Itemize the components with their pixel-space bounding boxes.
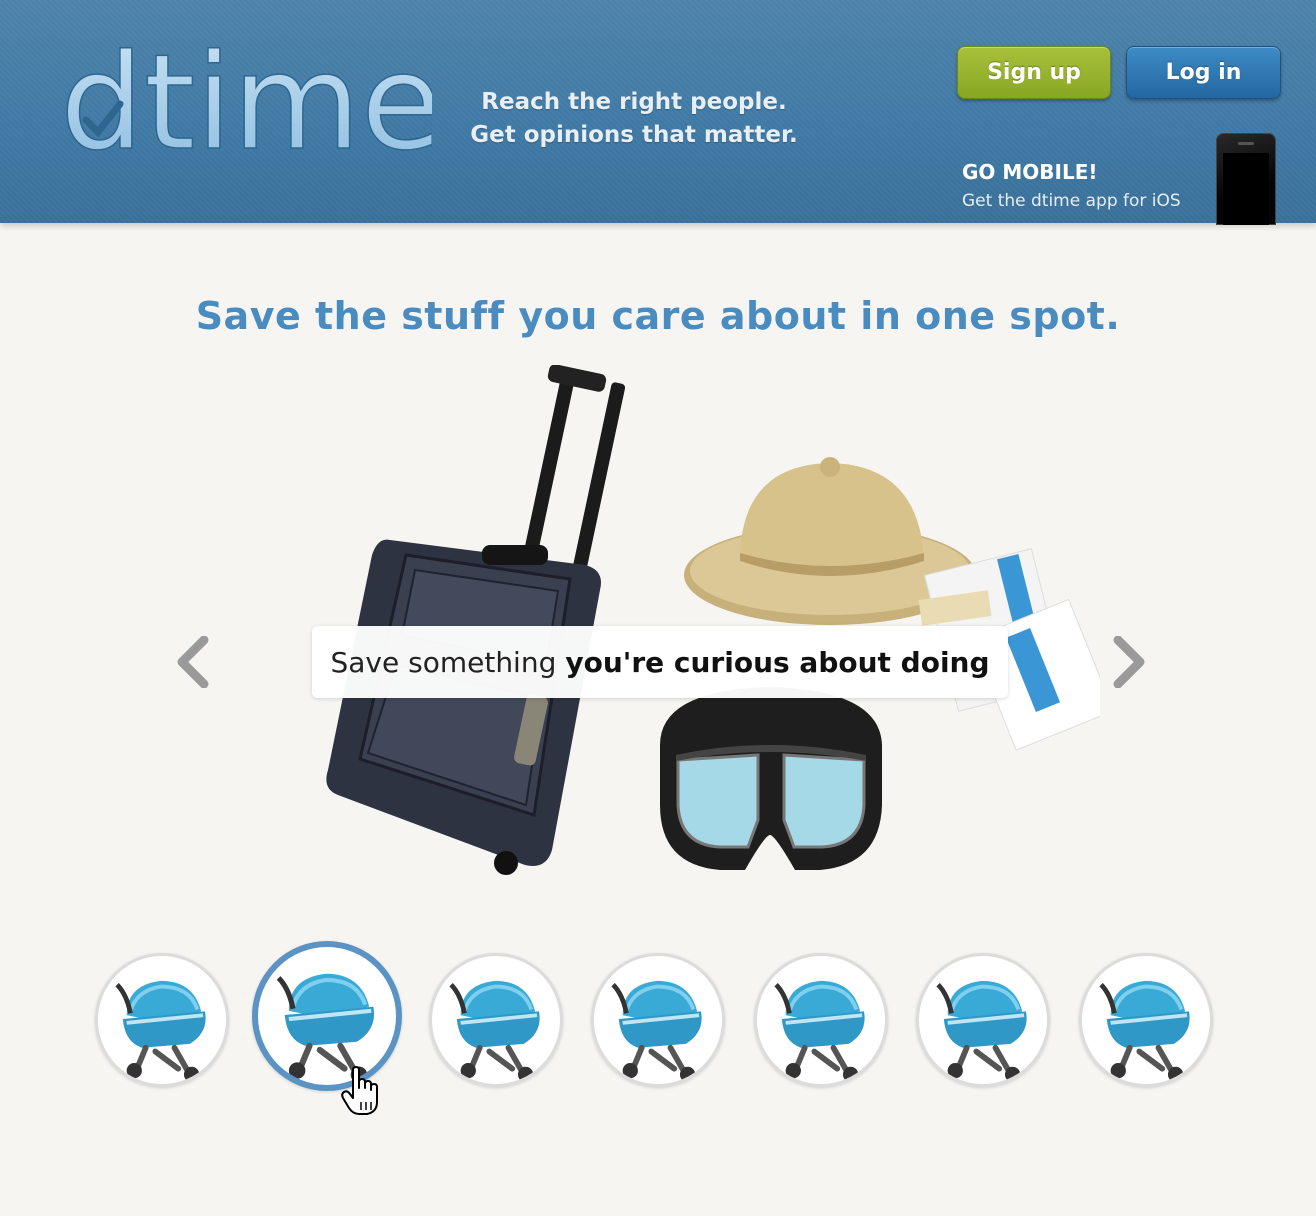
- carousel-thumbnails: [0, 941, 1316, 1100]
- hand-cursor-icon: [341, 1066, 381, 1116]
- dtime-logo[interactable]: dtime: [59, 25, 443, 181]
- carousel-next-button[interactable]: [1110, 635, 1150, 689]
- carousel-thumbnail[interactable]: [1079, 953, 1213, 1087]
- tagline-line-1: Reach the right people.: [481, 89, 787, 115]
- site-header: dtime Reach the right people. Get opinio…: [0, 0, 1316, 225]
- carousel-thumbnail[interactable]: [95, 953, 229, 1087]
- logo-graphic: dtime: [59, 25, 443, 181]
- phone-icon[interactable]: [1216, 133, 1276, 225]
- logo-text: dtime: [60, 40, 432, 160]
- stroller-icon: [774, 980, 865, 1083]
- carousel-thumbnail[interactable]: [754, 953, 888, 1087]
- stroller-icon: [449, 980, 540, 1083]
- carousel-prev-button[interactable]: [172, 635, 212, 689]
- carousel-thumbnail[interactable]: [429, 953, 563, 1087]
- carousel-caption: Save something you're curious about doin…: [312, 626, 1008, 698]
- go-mobile-title[interactable]: GO MOBILE!: [962, 160, 1098, 184]
- caption-emphasis: you're curious about doing: [565, 645, 990, 679]
- stroller-icon: [1099, 980, 1190, 1083]
- travel-items-illustration: [320, 364, 1115, 885]
- stroller-icon: [276, 973, 375, 1083]
- stroller-icon: [936, 980, 1027, 1083]
- carousel-thumbnail[interactable]: [916, 953, 1050, 1087]
- go-mobile-subtitle[interactable]: Get the dtime app for iOS: [962, 191, 1181, 211]
- page-headline: Save the stuff you care about in one spo…: [195, 294, 1121, 338]
- diving-mask-icon: [660, 687, 882, 870]
- stroller-icon: [611, 980, 702, 1083]
- stroller-icon: [115, 980, 206, 1083]
- suitcase-icon: [326, 364, 626, 875]
- sign-up-button[interactable]: Sign up: [957, 46, 1111, 99]
- tagline-line-2: Get opinions that matter.: [470, 122, 798, 148]
- carousel-thumbnail[interactable]: [591, 953, 725, 1087]
- chevron-left-icon: [177, 635, 209, 689]
- log-in-button[interactable]: Log in: [1126, 46, 1281, 99]
- caption-prefix: Save something: [330, 645, 557, 679]
- tagline: Reach the right people. Get opinions tha…: [462, 86, 806, 152]
- chevron-right-icon: [1113, 635, 1145, 689]
